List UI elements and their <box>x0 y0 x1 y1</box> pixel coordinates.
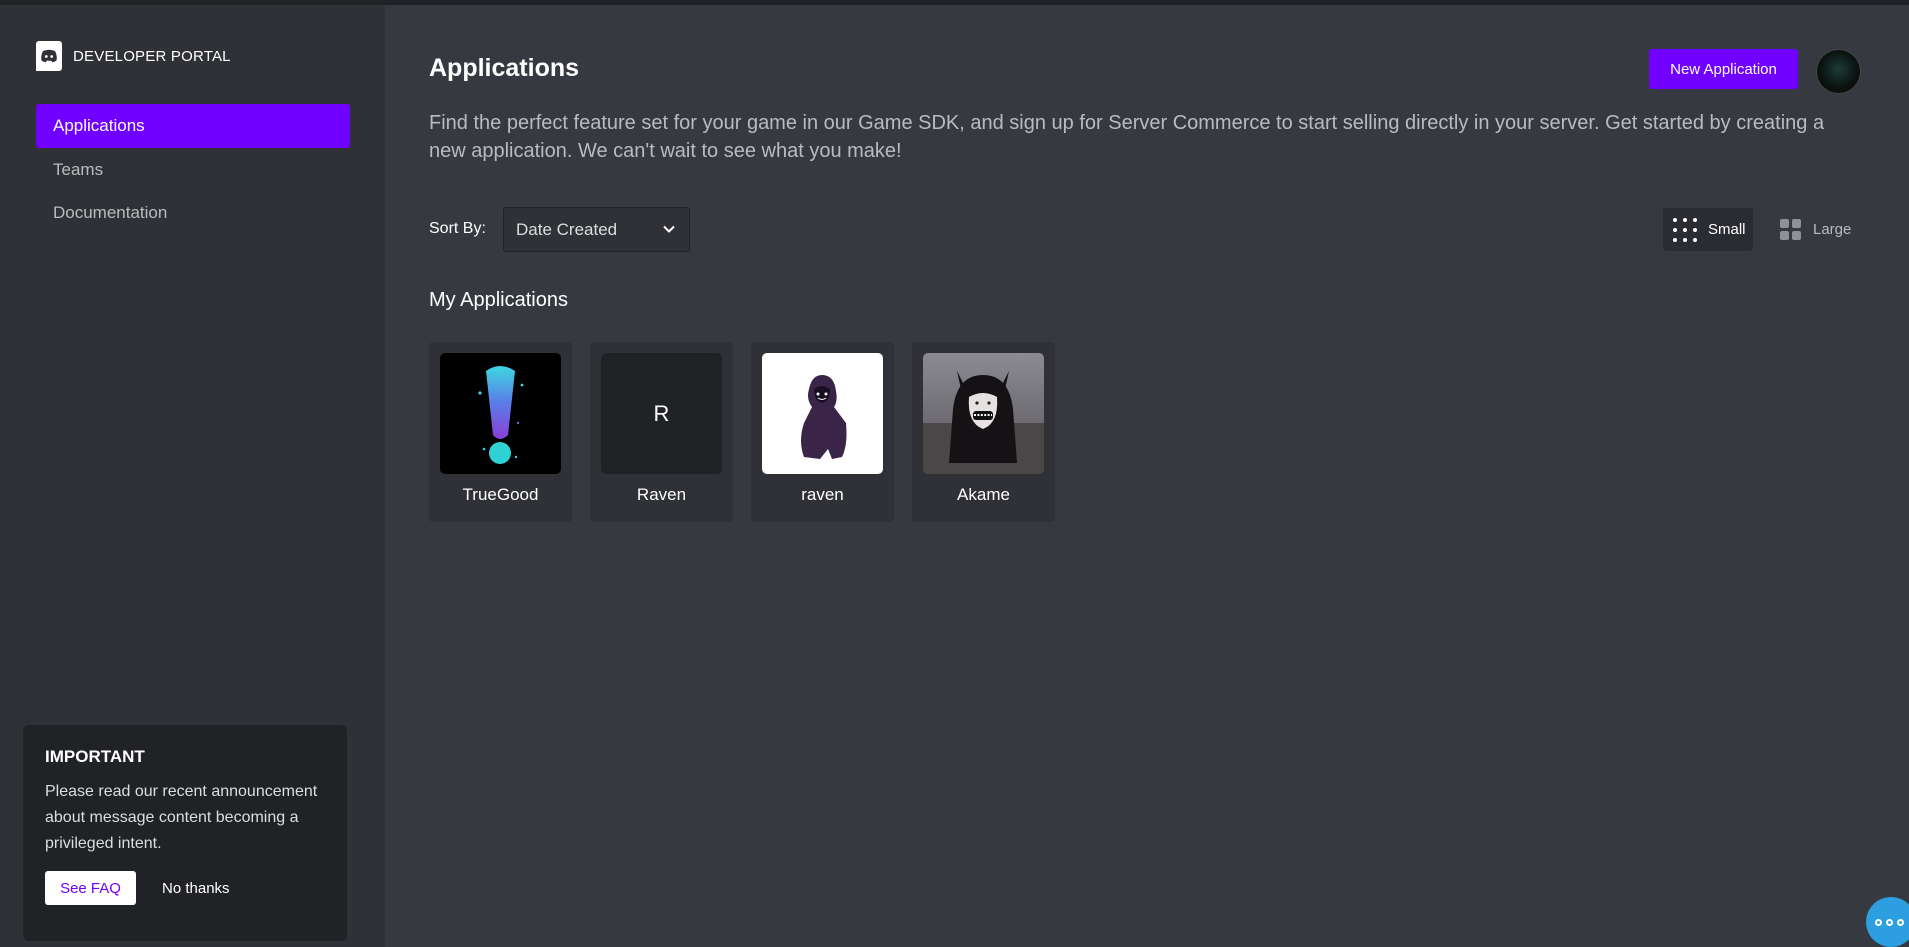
page-title: Applications <box>429 54 580 82</box>
app-card-raven[interactable]: R Raven <box>590 342 733 522</box>
notice-title: IMPORTANT <box>45 747 145 766</box>
sidebar: DEVELOPER PORTAL Applications Teams Docu… <box>0 5 385 947</box>
no-thanks-button[interactable]: No thanks <box>162 880 230 897</box>
sort-select[interactable]: Date Created <box>503 207 690 252</box>
small-grid-icon <box>1673 217 1697 242</box>
letter-avatar-icon: R <box>601 353 722 474</box>
app-card-truegood[interactable]: TrueGood <box>429 342 572 522</box>
horned-character-icon <box>923 353 1044 474</box>
app-name: Akame <box>957 485 1010 504</box>
sidebar-item-teams[interactable]: Teams <box>36 148 350 191</box>
user-avatar[interactable] <box>1816 49 1861 94</box>
view-small-label: Small <box>1708 221 1746 238</box>
applications-grid: TrueGood R Raven raven Akame <box>429 342 1073 522</box>
section-title: My Applications <box>429 289 568 311</box>
app-name: TrueGood <box>462 485 539 504</box>
sidebar-item-documentation[interactable]: Documentation <box>36 191 350 234</box>
discord-logo-icon <box>36 41 62 71</box>
notice-body: Please read our recent announcement abou… <box>45 783 318 852</box>
sort-label: Sort By: <box>429 220 486 237</box>
brand-label: DEVELOPER PORTAL <box>73 47 231 65</box>
notice-actions: See FAQ No thanks <box>45 871 325 905</box>
chat-dots-icon <box>1875 918 1904 926</box>
support-chat-button[interactable] <box>1866 897 1909 947</box>
hooded-figure-icon <box>762 353 883 474</box>
brand[interactable]: DEVELOPER PORTAL <box>36 41 231 71</box>
view-large-toggle[interactable]: Large <box>1780 208 1851 251</box>
sidebar-item-label: Applications <box>53 116 145 135</box>
exclamation-splash-icon <box>440 353 561 474</box>
page-description: Find the perfect feature set for your ga… <box>429 112 1825 162</box>
sort-selected-value: Date Created <box>516 219 618 239</box>
large-grid-icon <box>1780 219 1801 240</box>
sidebar-item-label: Documentation <box>53 202 168 222</box>
app-card-raven-lower[interactable]: raven <box>751 342 894 522</box>
app-letter: R <box>653 400 670 426</box>
app-name: Raven <box>636 485 687 504</box>
app-name: raven <box>801 485 844 504</box>
view-large-label: Large <box>1813 221 1852 238</box>
sidebar-item-label: Teams <box>53 159 104 179</box>
see-faq-button[interactable]: See FAQ <box>45 871 136 905</box>
sidebar-item-applications[interactable]: Applications <box>36 104 350 148</box>
sidebar-nav: Applications Teams Documentation <box>36 104 350 234</box>
new-application-button[interactable]: New Application <box>1649 49 1798 89</box>
important-notice: IMPORTANT Please read our recent announc… <box>23 725 347 941</box>
app-card-akame[interactable]: Akame <box>912 342 1055 522</box>
view-small-toggle[interactable]: Small <box>1663 208 1753 251</box>
chevron-down-icon <box>663 225 675 233</box>
